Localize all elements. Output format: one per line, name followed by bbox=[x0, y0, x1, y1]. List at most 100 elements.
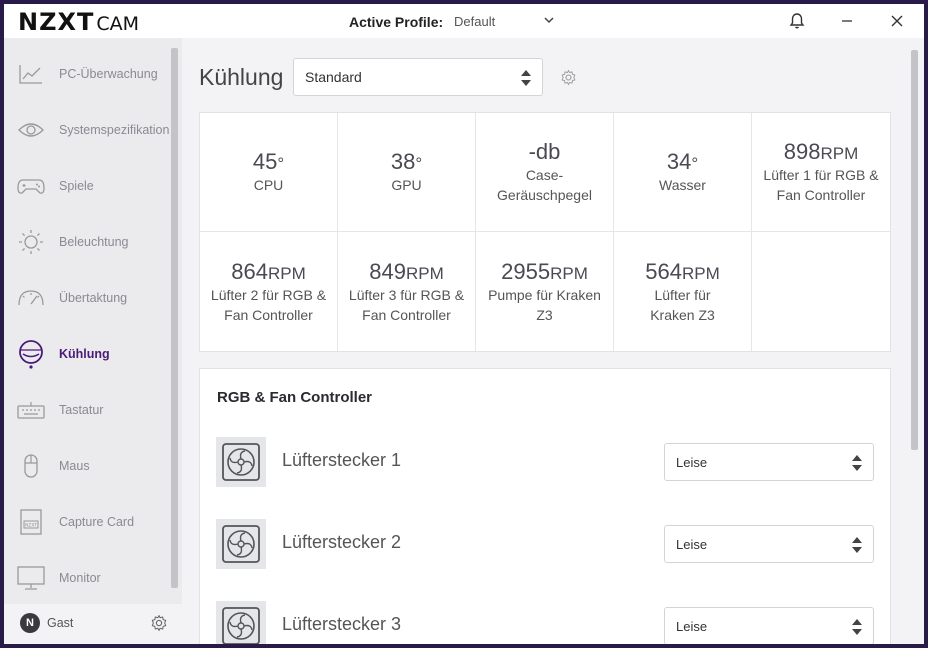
title-bar: NZXT CAM Active Profile: Default bbox=[4, 4, 924, 38]
stat-pump-rpm: 2955RPM Pumpe für Kraken Z3 bbox=[476, 232, 614, 351]
rgb-fan-controller-panel: RGB & Fan Controller Lüfterstecker 1 Lei… bbox=[199, 368, 891, 644]
keyboard-icon bbox=[16, 395, 46, 425]
sidebar-item-label: Kühlung bbox=[59, 347, 110, 361]
cooling-icon bbox=[16, 339, 46, 369]
sidebar-item-keyboard[interactable]: Tastatur bbox=[4, 382, 170, 438]
stat-value: 2955 bbox=[501, 258, 551, 284]
fan-profile-select[interactable]: Leise bbox=[664, 443, 874, 481]
stat-value: 45 bbox=[252, 149, 278, 174]
sidebar-item-overclocking[interactable]: Übertaktung bbox=[4, 270, 170, 326]
fan-header-row-3: Lüfterstecker 3 Leise bbox=[216, 601, 876, 644]
close-button[interactable] bbox=[886, 10, 908, 32]
sidebar-item-pc-monitoring[interactable]: PC-Überwachung bbox=[4, 46, 170, 102]
cooling-mode-value: Standard bbox=[305, 69, 362, 85]
logo-sub: CAM bbox=[96, 13, 140, 35]
gear-icon[interactable] bbox=[560, 69, 577, 86]
fan-header-label: Lüfterstecker 3 bbox=[282, 614, 402, 634]
sidebar-item-label: Maus bbox=[59, 459, 90, 473]
svg-text:NZXT: NZXT bbox=[25, 523, 37, 529]
stat-fan3-rpm: 849RPM Lüfter 3 für RGB & Fan Controller bbox=[338, 232, 476, 351]
sidebar: PC-Überwachung Systemspezifikation Spiel… bbox=[4, 38, 182, 644]
avatar[interactable]: N bbox=[20, 613, 40, 633]
stat-value: 898 bbox=[783, 139, 821, 164]
user-name: Gast bbox=[47, 616, 74, 630]
stat-unit: RPM bbox=[405, 263, 444, 283]
stat-name: Pumpe für Kraken Z3 bbox=[488, 286, 601, 323]
select-arrows-icon bbox=[852, 537, 862, 553]
profile-dropdown[interactable]: Default bbox=[454, 14, 495, 29]
stat-name: CPU bbox=[253, 177, 284, 193]
stat-unit: RPM bbox=[267, 263, 306, 283]
notifications-button[interactable] bbox=[786, 10, 808, 32]
stat-unit: ° bbox=[415, 154, 423, 173]
stat-gpu-temp: 38° GPU bbox=[338, 113, 476, 232]
minimize-icon bbox=[842, 20, 852, 22]
sidebar-item-label: Monitor bbox=[59, 571, 101, 585]
fan-profile-value: Leise bbox=[676, 454, 708, 470]
line-chart-icon bbox=[16, 59, 46, 89]
gauge-icon bbox=[16, 283, 46, 313]
stat-name: Lüfter 3 für RGB & Fan Controller bbox=[348, 286, 465, 323]
fan-header-row-1: Lüfterstecker 1 Leise bbox=[216, 437, 876, 489]
sidebar-item-label: Systemspezifikation bbox=[59, 123, 170, 137]
sidebar-item-capture-card[interactable]: NZXT Capture Card bbox=[4, 494, 170, 550]
bell-icon bbox=[789, 13, 805, 29]
fan-profile-select[interactable]: Leise bbox=[664, 525, 874, 563]
mouse-icon bbox=[16, 451, 46, 481]
stat-value: 864 bbox=[231, 258, 268, 284]
fan-header-label: Lüfterstecker 1 bbox=[282, 450, 402, 470]
stat-kraken-fan-rpm: 564RPM Lüfter für Kraken Z3 bbox=[614, 232, 752, 351]
sidebar-item-mouse[interactable]: Maus bbox=[4, 438, 170, 494]
capture-card-icon: NZXT bbox=[16, 507, 46, 537]
sidebar-item-monitor[interactable]: Monitor bbox=[4, 550, 170, 606]
main-scrollbar[interactable] bbox=[911, 50, 918, 450]
fan-profile-value: Leise bbox=[676, 536, 708, 552]
chevron-down-icon[interactable] bbox=[542, 13, 556, 27]
stat-fan2-rpm: 864RPM Lüfter 2 für RGB & Fan Controller bbox=[200, 232, 338, 351]
fan-profile-select[interactable]: Leise bbox=[664, 607, 874, 644]
select-arrows-icon bbox=[852, 619, 862, 635]
fan-header-row-2: Lüfterstecker 2 Leise bbox=[216, 519, 876, 571]
sidebar-item-system-specs[interactable]: Systemspezifikation bbox=[4, 102, 170, 158]
stats-grid: 45° CPU 38° GPU -db Case-Geräuschpegel 3… bbox=[199, 112, 891, 352]
fan-header-label: Lüfterstecker 2 bbox=[282, 532, 402, 552]
stat-unit: ° bbox=[277, 154, 285, 173]
stat-unit: RPM bbox=[681, 263, 720, 283]
sidebar-item-cooling[interactable]: Kühlung bbox=[4, 326, 170, 382]
fan-profile-value: Leise bbox=[676, 618, 708, 634]
user-footer: N Gast bbox=[4, 604, 182, 644]
sidebar-item-label: Tastatur bbox=[59, 403, 104, 417]
stat-name: Lüfter für Kraken Z3 bbox=[650, 286, 715, 323]
sun-icon bbox=[16, 227, 46, 257]
page-title: Kühlung bbox=[199, 64, 284, 90]
select-arrows-icon bbox=[521, 70, 531, 86]
panel-title: RGB & Fan Controller bbox=[217, 389, 373, 406]
profile-label: Active Profile: bbox=[349, 14, 444, 30]
fan-icon bbox=[216, 601, 266, 644]
sidebar-item-games[interactable]: Spiele bbox=[4, 158, 170, 214]
sidebar-item-label: Beleuchtung bbox=[59, 235, 129, 249]
stat-name: Case-Geräuschpegel bbox=[497, 167, 592, 203]
sidebar-item-lighting[interactable]: Beleuchtung bbox=[4, 214, 170, 270]
main-content: Kühlung Standard 45° CPU 38° GPU -db Cas… bbox=[184, 38, 924, 644]
fan-icon bbox=[216, 437, 266, 487]
fan-icon bbox=[216, 519, 266, 569]
gamepad-icon bbox=[16, 171, 46, 201]
stat-name: Lüfter 2 für RGB & Fan Controller bbox=[210, 286, 327, 323]
sidebar-item-label: PC-Überwachung bbox=[59, 67, 158, 81]
sidebar-item-label: Übertaktung bbox=[59, 291, 128, 305]
gear-icon[interactable] bbox=[150, 614, 168, 632]
stat-unit: RPM bbox=[550, 263, 588, 283]
minimize-button[interactable] bbox=[836, 10, 858, 32]
sidebar-item-label: Capture Card bbox=[59, 515, 135, 529]
stat-fan1-rpm: 898RPM Lüfter 1 für RGB & Fan Controller bbox=[752, 113, 890, 232]
stat-name: GPU bbox=[391, 177, 422, 193]
stat-unit: ° bbox=[691, 154, 699, 173]
app-window: NZXT CAM Active Profile: Default PC-Über… bbox=[4, 4, 924, 644]
stat-value: 38 bbox=[390, 149, 416, 174]
eye-icon bbox=[16, 115, 46, 145]
stat-empty bbox=[752, 232, 890, 351]
stat-case-noise: -db Case-Geräuschpegel bbox=[476, 113, 614, 232]
sidebar-scrollbar[interactable] bbox=[171, 48, 178, 588]
cooling-mode-select[interactable]: Standard bbox=[293, 58, 543, 96]
